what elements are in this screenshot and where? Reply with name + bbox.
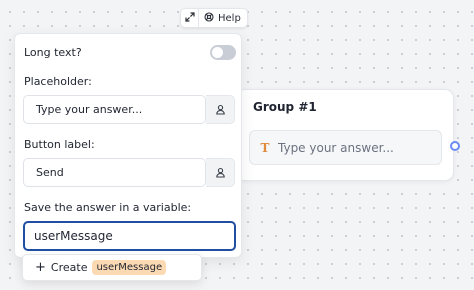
block-connector-handle[interactable] [450,141,460,151]
block-placeholder: Type your answer... [278,140,394,155]
help-label: Help [218,12,241,24]
variable-tag: userMessage [92,260,167,275]
group-title: Group #1 [253,100,317,114]
user-variable-icon [215,163,226,182]
group-card[interactable]: Group #1 T Type your answer... [236,89,454,181]
variable-label: Save the answer in a variable: [24,201,192,214]
user-variable-icon [215,100,226,119]
help-button[interactable]: Help [199,9,247,27]
create-label: Create [50,261,88,274]
expand-button[interactable] [181,9,199,27]
create-variable-option[interactable]: + Create userMessage [22,254,202,281]
input-settings-panel: Long text? Placeholder: Type your answer… [14,33,242,258]
button-label-label: Button label: [24,138,95,151]
help-circle-icon [204,11,214,25]
placeholder-variable-button[interactable] [206,95,235,124]
text-input-block[interactable]: T Type your answer... [249,130,442,165]
text-input-icon: T [260,140,270,155]
block-toolbar: Help [180,8,248,28]
variable-search-input[interactable]: userMessage [23,221,236,251]
plus-icon: + [35,260,46,275]
placeholder-input[interactable]: Type your answer... [23,95,206,124]
placeholder-label: Placeholder: [24,75,92,88]
long-text-toggle[interactable] [210,45,236,60]
button-label-variable-button[interactable] [206,158,235,187]
long-text-label: Long text? [24,46,82,59]
button-label-input[interactable]: Send [23,158,206,187]
expand-icon [184,11,195,25]
toggle-knob [212,47,223,58]
